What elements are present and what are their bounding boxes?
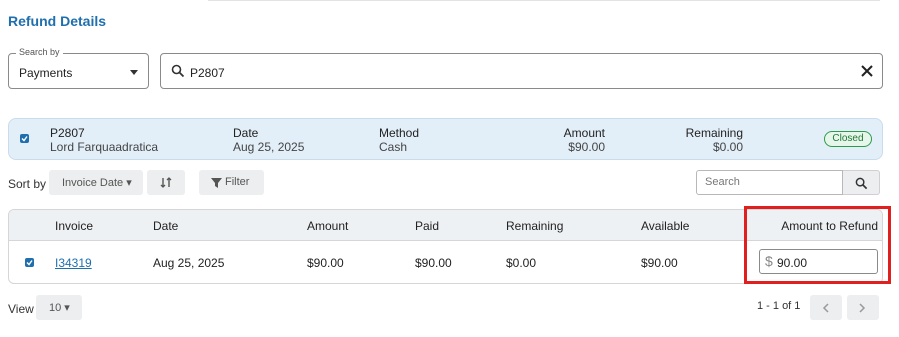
pagination-info: 1 - 1 of 1 (757, 300, 801, 312)
cell-available: $90.00 (641, 256, 678, 270)
cell-paid: $90.00 (415, 256, 452, 270)
col-header-date[interactable]: Date (153, 219, 178, 233)
payment-card[interactable]: P2807 Lord Farquaadratica Date Aug 25, 2… (8, 118, 883, 160)
payment-date: Aug 25, 2025 (233, 140, 305, 154)
table-search-button[interactable] (843, 170, 880, 195)
col-header-amount[interactable]: Amount (307, 219, 348, 233)
payment-amount-label: Amount (563, 126, 605, 140)
col-header-available[interactable]: Available (641, 219, 689, 233)
cell-invoice: I34319 (55, 256, 92, 270)
page-size-select[interactable]: 10 ▾ (36, 295, 82, 320)
payment-date-col: Date Aug 25, 2025 (233, 126, 304, 154)
filter-button[interactable]: Filter (199, 170, 264, 195)
close-icon[interactable] (860, 64, 874, 78)
col-header-remaining[interactable]: Remaining (506, 219, 563, 233)
chevron-left-icon (822, 303, 829, 313)
prev-page-button[interactable] (810, 295, 842, 320)
payment-remaining-col: Remaining $0.00 (677, 126, 743, 154)
table-search-field[interactable] (696, 170, 843, 195)
payment-amount-col: Amount $90.00 (549, 126, 605, 154)
status-badge: Closed (824, 131, 872, 147)
cell-date: Aug 25, 2025 (153, 256, 225, 270)
payment-method-label: Method (379, 126, 420, 140)
payment-method-col: Method Cash (379, 126, 419, 154)
cell-remaining: $0.00 (506, 256, 537, 270)
payment-remaining: $0.00 (712, 140, 743, 154)
table-search-input[interactable] (705, 171, 835, 193)
search-by-select[interactable]: Search by Payments (8, 47, 149, 89)
chevron-right-icon (859, 303, 866, 313)
col-header-paid[interactable]: Paid (415, 219, 439, 233)
caret-down-icon (130, 70, 138, 75)
search-icon (855, 177, 868, 190)
row-checkbox[interactable] (25, 258, 34, 267)
sort-field-select[interactable]: Invoice Date ▾ (49, 170, 143, 195)
payment-checkbox[interactable] (20, 134, 29, 143)
view-label: View (8, 302, 34, 316)
payment-id: P2807 (50, 126, 85, 140)
payment-date-label: Date (233, 126, 259, 140)
filter-label: Filter (225, 176, 250, 188)
top-divider (208, 0, 880, 1)
payment-search-input[interactable]: P2807 (160, 53, 883, 89)
col-header-invoice[interactable]: Invoice (55, 219, 93, 233)
cell-amount: $90.00 (307, 256, 344, 270)
search-by-label: Search by (16, 47, 63, 57)
search-by-value: Payments (19, 66, 73, 80)
invoice-link[interactable]: I34319 (55, 256, 92, 270)
payment-customer: Lord Farquaadratica (50, 140, 159, 154)
payment-amount: $90.00 (568, 140, 605, 154)
payment-search-value: P2807 (190, 66, 225, 80)
page-title: Refund Details (8, 13, 107, 29)
sort-direction-button[interactable] (147, 170, 185, 195)
sort-label: Sort by (8, 177, 47, 191)
search-icon (171, 64, 185, 78)
next-page-button[interactable] (847, 295, 879, 320)
payment-id-col: P2807 Lord Farquaadratica (50, 126, 158, 154)
payment-method: Cash (379, 140, 408, 154)
sort-order-icon (160, 177, 172, 188)
refund-highlight-box (744, 206, 891, 284)
payment-remaining-label: Remaining (685, 126, 743, 140)
funnel-icon (211, 178, 222, 188)
